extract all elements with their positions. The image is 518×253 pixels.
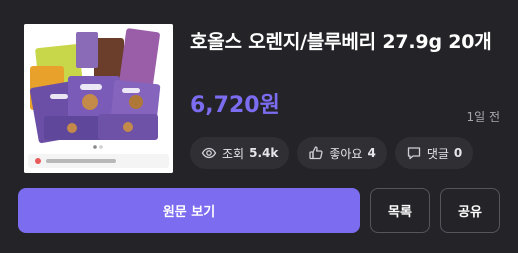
views-label: 조회 bbox=[222, 146, 245, 161]
share-button[interactable]: 공유 bbox=[440, 188, 500, 233]
deal-card: 호올스 오렌지/블루베리 27.9g 20개 6,720원 1일 전 조회 5.… bbox=[0, 0, 518, 253]
comments-stat[interactable]: 댓글 0 bbox=[394, 137, 474, 169]
stats-row: 조회 5.4k 좋아요 4 댓글 0 bbox=[190, 137, 474, 169]
likes-stat[interactable]: 좋아요 4 bbox=[297, 137, 387, 169]
thumbs-up-icon bbox=[309, 146, 323, 160]
posted-time: 1일 전 bbox=[466, 110, 500, 124]
likes-label: 좋아요 bbox=[329, 146, 363, 161]
product-price: 6,720원 bbox=[190, 93, 280, 118]
view-original-button[interactable]: 원문 보기 bbox=[18, 188, 360, 233]
eye-icon bbox=[201, 147, 217, 159]
list-button[interactable]: 목록 bbox=[370, 188, 430, 233]
product-title: 호올스 오렌지/블루베리 27.9g 20개 bbox=[190, 31, 492, 53]
views-stat: 조회 5.4k bbox=[190, 137, 290, 169]
product-photo bbox=[24, 24, 173, 173]
comments-count: 0 bbox=[453, 146, 463, 160]
action-bar: 원문 보기 목록 공유 bbox=[18, 188, 500, 233]
product-image[interactable] bbox=[24, 24, 173, 173]
likes-count: 4 bbox=[367, 146, 376, 160]
comments-label: 댓글 bbox=[426, 146, 449, 161]
views-count: 5.4k bbox=[249, 146, 279, 160]
comment-icon bbox=[407, 147, 420, 160]
